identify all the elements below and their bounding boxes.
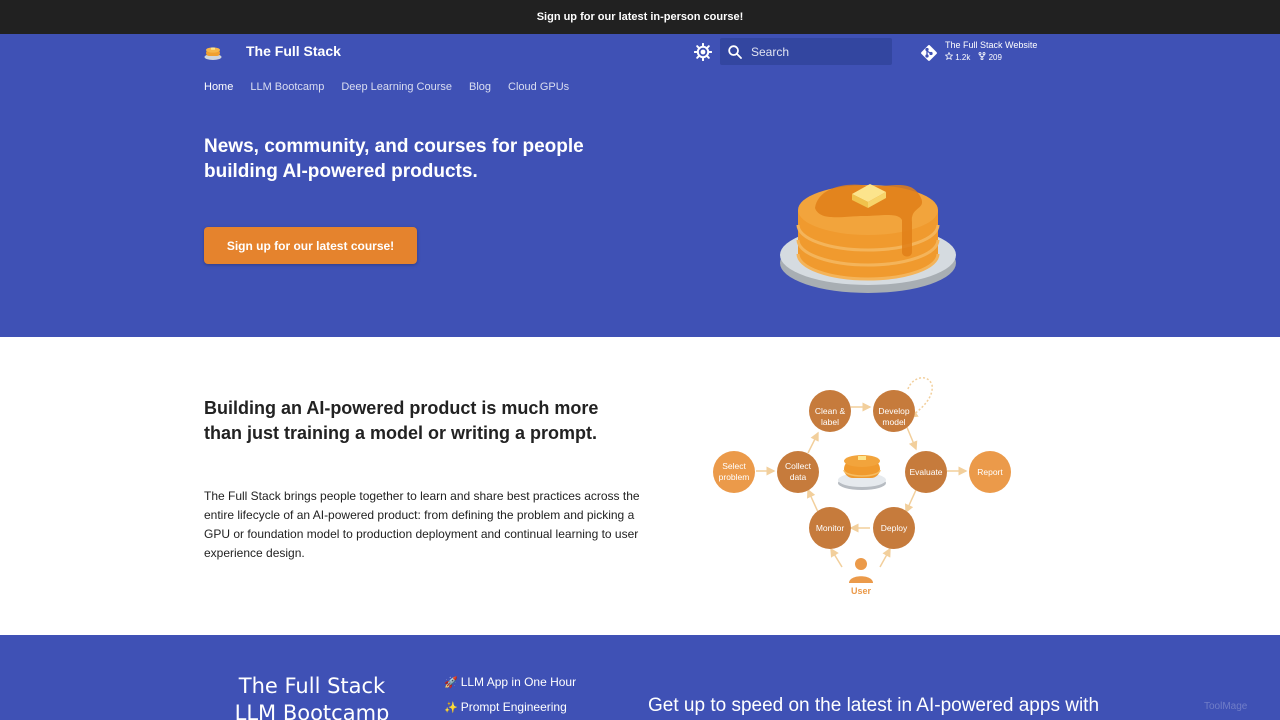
tab-llm-bootcamp[interactable]: LLM Bootcamp [250,81,324,93]
bootcamp-title[interactable]: The Full Stack LLM Bootcamp [210,673,414,720]
bootcamp-headline: Get up to speed on the latest in AI-powe… [648,695,1100,716]
site-header: The Full Stack Search The Full Stack Web… [0,34,1280,70]
node-monitor: Monitor [816,523,845,533]
user-icon [849,558,873,583]
forks-count: 209 [988,53,1002,62]
node-deploy: Deploy [881,523,908,533]
repo-stars: 1.2k [944,51,971,62]
search-input[interactable] [751,44,881,59]
git-icon [921,45,937,61]
bootcamp-lecture-list: 🚀 LLM App in One Hour ✨ Prompt Engineering [444,675,576,720]
theme-toggle-icon[interactable] [694,43,712,61]
node-evaluate: Evaluate [909,467,942,477]
site-title[interactable]: The Full Stack [246,43,341,59]
tab-home[interactable]: Home [204,81,233,93]
repo-stats: 1.2k 209 [944,51,1002,62]
lecture-label: LLM App in One Hour [460,675,577,689]
list-item[interactable]: ✨ Prompt Engineering [444,700,576,714]
tab-blog[interactable]: Blog [469,81,491,93]
node-report: Report [977,467,1003,477]
lifecycle-heading: Building an AI-powered product is much m… [204,398,599,443]
watermark: ToolMage [1204,701,1248,712]
search-box[interactable] [720,38,892,65]
node-select-problem: Select problem [719,461,750,482]
sparkles-icon: ✨ [444,702,458,714]
main-nav-tabs: Home LLM Bootcamp Deep Learning Course B… [204,81,569,93]
pancake-logo-icon[interactable] [204,43,222,61]
ai-lifecycle-diagram: Select problem Collect data Clean & label D… [713,377,1011,596]
user-label: User [851,586,872,596]
list-item[interactable]: 🚀 LLM App in One Hour [444,675,576,689]
tab-deep-learning-course[interactable]: Deep Learning Course [341,81,452,93]
hero-section: The Full Stack Search The Full Stack Web… [0,34,1280,337]
node-develop-model: Develop model [878,406,909,427]
hero-headline: News, community, and courses for people … [204,136,584,182]
lifecycle-description: The Full Stack brings people together to… [204,489,640,560]
repo-name: The Full Stack Website [945,40,1038,50]
search-icon [728,44,742,59]
announcement-banner[interactable]: Sign up for our latest in-person course! [0,0,1280,34]
tab-cloud-gpus[interactable]: Cloud GPUs [508,81,569,93]
bootcamp-title-line2: LLM Bootcamp [234,701,390,720]
bootcamp-section: The Full Stack LLM Bootcamp 🚀 LLM App in … [0,635,1280,720]
pancake-stack-illustration [780,184,956,293]
lifecycle-section: Building an AI-powered product is much m… [0,337,1280,635]
announcement-text[interactable]: Sign up for our latest in-person course! [537,11,744,23]
stars-count: 1.2k [955,53,971,62]
repo-link[interactable]: The Full Stack Website 1.2k 209 [920,40,1060,66]
bootcamp-title-line1: The Full Stack [238,674,386,698]
fork-icon [978,52,986,61]
repo-forks: 209 [978,52,1002,62]
center-pancake-icon [838,455,886,490]
rocket-icon: 🚀 [444,677,458,689]
star-icon [944,51,954,61]
signup-course-button[interactable]: Sign up for our latest course! [204,227,417,264]
lecture-label: Prompt Engineering [460,700,567,714]
